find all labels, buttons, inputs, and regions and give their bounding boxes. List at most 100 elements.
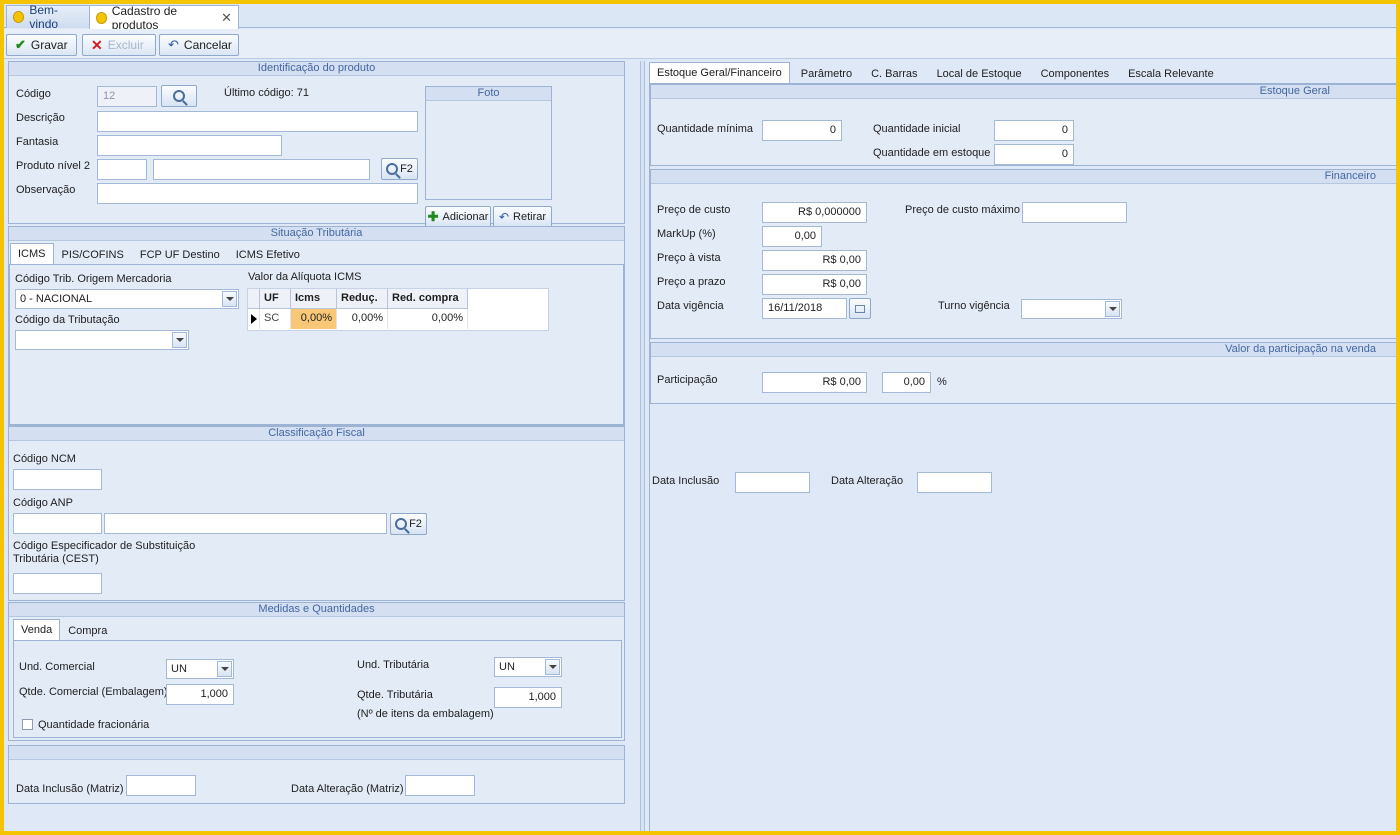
- und-comercial-select[interactable]: UN: [166, 659, 234, 679]
- tab-pis-cofins[interactable]: PIS/COFINS: [54, 244, 132, 265]
- tab-componentes[interactable]: Componentes: [1033, 63, 1118, 84]
- financeiro-panel: Financeiro Preço de custo R$ 0,000000 Pr…: [650, 169, 1396, 339]
- grid-cell-red-compra[interactable]: 0,00%: [388, 309, 468, 329]
- search-icon: [395, 518, 408, 530]
- fantasia-input[interactable]: [97, 135, 282, 156]
- preco-custo-input[interactable]: R$ 0,000000: [762, 202, 867, 223]
- markup-input[interactable]: 0,00: [762, 226, 822, 247]
- participacao-percent-input[interactable]: 0,00: [882, 372, 931, 393]
- anp-f2-button[interactable]: F2: [390, 513, 427, 535]
- data-inclusao-input[interactable]: [735, 472, 810, 493]
- tab-parametro[interactable]: Parâmetro: [793, 63, 860, 84]
- data-alteracao-label: Data Alteração: [831, 475, 904, 487]
- alteracao-matriz-input[interactable]: [405, 775, 475, 796]
- preco-custo-max-label: Preço de custo máximo: [905, 204, 1020, 216]
- tab-venda[interactable]: Venda: [13, 619, 61, 641]
- codigo-input[interactable]: 12: [97, 86, 157, 107]
- panel-title: Estoque Geral: [651, 85, 1396, 99]
- retirar-button[interactable]: ↶ Retirar: [493, 206, 552, 228]
- retirar-label: Retirar: [513, 211, 547, 223]
- turno-vigencia-label: Turno vigência: [938, 300, 1010, 312]
- data-inclusao-label: Data Inclusão: [652, 475, 720, 487]
- grid-cell-icms[interactable]: 0,00%: [291, 309, 337, 329]
- close-icon[interactable]: ✕: [221, 10, 232, 26]
- anp-label: Código ANP: [13, 497, 73, 509]
- preco-custo-label: Preço de custo: [657, 204, 731, 216]
- panel-title: Financeiro: [651, 170, 1396, 184]
- preco-vista-input[interactable]: R$ 0,00: [762, 250, 867, 271]
- turno-vigencia-select[interactable]: [1021, 299, 1122, 319]
- inclusao-matriz-input[interactable]: [126, 775, 196, 796]
- tab-fcp-uf-destino[interactable]: FCP UF Destino: [132, 244, 228, 265]
- ultimo-codigo-label: Último código: 71: [224, 87, 309, 99]
- panel-title: Medidas e Quantidades: [9, 603, 624, 617]
- qtd-estoque-label: Quantidade em estoque: [873, 147, 991, 159]
- grid-indicator-header: [248, 289, 260, 309]
- tributacao-select[interactable]: [15, 330, 189, 350]
- anp-code-input[interactable]: [13, 513, 102, 534]
- document-tab-strip: Bem-vindo Cadastro de produtos ✕: [4, 4, 1396, 32]
- row-indicator-icon: [248, 309, 260, 329]
- tributacao-label: Código da Tributação: [15, 314, 120, 326]
- fracionaria-checkbox[interactable]: [22, 719, 33, 730]
- tab-cadastro-produtos[interactable]: Cadastro de produtos ✕: [89, 4, 239, 32]
- produto-nivel2-desc-input[interactable]: [153, 159, 370, 180]
- observacao-label: Observação: [16, 184, 76, 196]
- qtd-inicial-input[interactable]: 0: [994, 120, 1074, 141]
- venda-tab-body: Und. Comercial UN Qtde. Comercial (Embal…: [13, 640, 622, 738]
- tab-estoque-financeiro[interactable]: Estoque Geral/Financeiro: [649, 62, 790, 84]
- preco-custo-max-input[interactable]: [1022, 202, 1127, 223]
- grid-cell-reduc[interactable]: 0,00%: [337, 309, 388, 329]
- data-alteracao-input[interactable]: [917, 472, 992, 493]
- anp-desc-input[interactable]: [104, 513, 387, 534]
- fracionaria-label: Quantidade fracionária: [38, 719, 150, 731]
- calendar-button[interactable]: [849, 298, 871, 319]
- chevron-down-icon[interactable]: [1105, 301, 1120, 317]
- f2-label: F2: [409, 518, 422, 530]
- codigo-search-button[interactable]: [161, 85, 197, 107]
- chevron-down-icon[interactable]: [217, 661, 232, 677]
- panel-title: Identificação do produto: [9, 62, 624, 76]
- tab-escala-relevante[interactable]: Escala Relevante: [1120, 63, 1222, 84]
- adicionar-button[interactable]: ✚ Adicionar: [425, 206, 491, 228]
- qtd-estoque-input[interactable]: 0: [994, 144, 1074, 165]
- table-row[interactable]: SC 0,00% 0,00% 0,00%: [248, 309, 548, 329]
- chevron-down-icon[interactable]: [172, 332, 187, 348]
- chevron-down-icon[interactable]: [222, 291, 237, 307]
- tab-icms[interactable]: ICMS: [10, 243, 54, 265]
- origem-select[interactable]: 0 - NACIONAL: [15, 289, 239, 309]
- cest-input[interactable]: [13, 573, 102, 594]
- chevron-down-icon[interactable]: [545, 659, 560, 675]
- delete-button[interactable]: ✕ Excluir: [82, 34, 156, 56]
- tab-icms-efetivo[interactable]: ICMS Efetivo: [228, 244, 308, 265]
- produto-nivel2-code-input[interactable]: [97, 159, 147, 180]
- qtd-minima-label: Quantidade mínima: [657, 123, 753, 135]
- tab-bem-vindo[interactable]: Bem-vindo: [6, 4, 90, 31]
- qtde-comercial-input[interactable]: 1,000: [166, 684, 234, 705]
- grid-cell-uf[interactable]: SC: [260, 309, 291, 329]
- preco-prazo-input[interactable]: R$ 0,00: [762, 274, 867, 295]
- ncm-input[interactable]: [13, 469, 102, 490]
- delete-x-icon: ✕: [91, 36, 103, 53]
- origem-value: 0 - NACIONAL: [20, 293, 93, 305]
- classificacao-fiscal-panel: Classificação Fiscal Código NCM Código A…: [8, 426, 625, 601]
- participacao-valor-input[interactable]: R$ 0,00: [762, 372, 867, 393]
- cancel-button[interactable]: ↶ Cancelar: [159, 34, 239, 56]
- data-vigencia-input[interactable]: 16/11/2018: [762, 298, 847, 319]
- splitter[interactable]: [640, 61, 645, 831]
- origem-label: Código Trib. Origem Mercadoria: [15, 273, 172, 285]
- tab-compra[interactable]: Compra: [60, 620, 115, 641]
- qtd-minima-input[interactable]: 0: [762, 120, 842, 141]
- cest-label-line2: Tributária (CEST): [13, 553, 99, 565]
- qtde-tributaria-input[interactable]: 1,000: [494, 687, 562, 708]
- preco-vista-label: Preço à vista: [657, 252, 721, 264]
- observacao-input[interactable]: [97, 183, 418, 204]
- panel-title: [9, 746, 624, 760]
- save-button[interactable]: ✔ Gravar: [6, 34, 77, 56]
- und-tributaria-value: UN: [499, 661, 515, 673]
- und-tributaria-select[interactable]: UN: [494, 657, 562, 677]
- descricao-input[interactable]: [97, 111, 418, 132]
- tab-local-estoque[interactable]: Local de Estoque: [929, 63, 1030, 84]
- produto-nivel2-f2-button[interactable]: F2: [381, 158, 418, 180]
- tab-c-barras[interactable]: C. Barras: [863, 63, 925, 84]
